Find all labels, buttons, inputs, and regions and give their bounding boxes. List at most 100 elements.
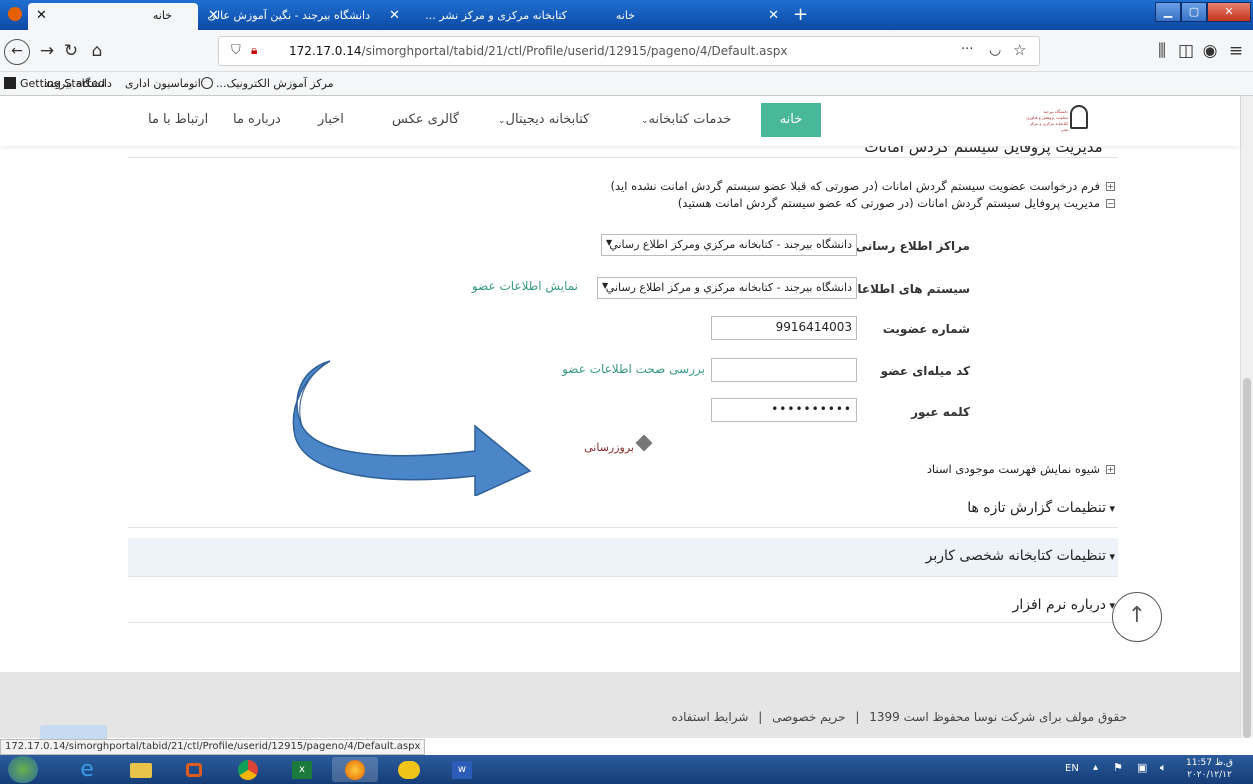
pocket-icon[interactable]: ◡ <box>989 42 1001 58</box>
bookmark-getting-started[interactable]: Getting Started <box>4 77 105 90</box>
windows-taskbar: e x w EN ▴ ⚑ ▣ 🔈︎ 11:57 ق.ظ ۲۰۲۰/۱۲/۱۲ <box>0 755 1253 784</box>
tab-central-library[interactable]: ✕ کتابخانه مرکزی و مرکز نشر ... <box>385 3 575 30</box>
section-label: تنظیمات گزارش تازه ها <box>967 500 1106 516</box>
verify-member-link[interactable]: بررسی صحت اطلاعات عضو <box>562 362 705 376</box>
chevron-down-icon: ⌄ <box>641 116 649 126</box>
bookmark-star-icon[interactable]: ☆ <box>1013 41 1026 59</box>
option-label: فرم درخواست عضویت سیستم گردش امانات (در … <box>610 179 1100 193</box>
media-player-icon[interactable] <box>172 757 218 782</box>
menu-news[interactable]: اخبار <box>318 112 344 127</box>
section-personal-library[interactable]: ▾ تنظیمات کتابخانه شخصی کاربر <box>926 548 1115 564</box>
close-tab-icon[interactable]: ✕ <box>36 8 47 23</box>
menu-library-services[interactable]: خدمات کتابخانه⌄ <box>641 112 731 127</box>
bookmark-automation[interactable]: اتوماسیون اداری <box>125 77 217 90</box>
page-scrollbar[interactable] <box>1240 96 1253 738</box>
excel-shape: x <box>292 761 312 779</box>
status-bar-url: 172.17.0.14/simorghportal/tabid/21/ctl/P… <box>0 739 426 755</box>
tab-home-2[interactable]: ✕ خانه <box>590 3 785 30</box>
centers-select[interactable]: دانشگاه بيرجند - کتابخانه مرکزي ومرکز اط… <box>601 234 857 256</box>
flag-icon[interactable]: ⚑ <box>1113 761 1123 774</box>
word-icon[interactable]: w <box>440 757 486 782</box>
floating-button[interactable] <box>40 725 107 739</box>
clock[interactable]: 11:57 ق.ظ ۲۰۲۰/۱۲/۱۲ <box>1186 757 1233 781</box>
update-label: بروزرسانی <box>584 441 634 454</box>
tab-label: دانشگاه بیرجند - نگین آموزش عالی ... <box>204 9 370 22</box>
divider <box>128 576 1118 577</box>
member-number-input[interactable]: 9916414003 <box>711 316 857 340</box>
section-about-software[interactable]: ▾ درباره نرم افزار <box>1013 597 1115 613</box>
menu-home[interactable]: خانه <box>761 103 821 137</box>
logo-text: دانشگاه بیرجند معاونت پژوهش و فناوری کتا… <box>1024 109 1068 133</box>
bookmark-m-icon <box>4 77 16 89</box>
show-member-info-link[interactable]: نمایش اطلاعات عضو <box>472 279 578 293</box>
scroll-to-top-button[interactable]: ↑ <box>1112 592 1162 642</box>
terms-link[interactable]: شرایط استفاده <box>671 710 748 724</box>
section-new-reports[interactable]: ▾ تنظیمات گزارش تازه ها <box>967 500 1115 516</box>
section-label: درباره نرم افزار <box>1012 597 1106 613</box>
clock-time: 11:57 ق.ظ <box>1186 758 1233 768</box>
account-icon[interactable]: ◉ <box>1199 41 1221 61</box>
volume-icon[interactable]: 🔈︎ <box>1160 761 1167 775</box>
bookmark-elearning[interactable]: مرکز آموزش الکترونیک... <box>216 77 334 90</box>
option-catalog-display[interactable]: + شیوه نمایش فهرست موجودی اسناد <box>927 462 1115 476</box>
menu-icon[interactable]: ≡ <box>1225 41 1247 61</box>
minimize-button[interactable]: ▁ <box>1155 2 1181 22</box>
app-icon[interactable] <box>386 757 432 782</box>
firefox-icon[interactable] <box>332 757 378 782</box>
start-button[interactable] <box>8 756 38 783</box>
language-indicator[interactable]: EN <box>1065 763 1079 774</box>
forward-arrow-icon[interactable]: → <box>36 41 58 61</box>
chevron-down-icon: ▾ <box>1105 502 1115 515</box>
diskette-icon <box>635 434 653 452</box>
scrollbar-thumb[interactable] <box>1243 378 1251 738</box>
close-window-button[interactable]: ✕ <box>1207 2 1251 22</box>
menu-digital-library[interactable]: کتابخانه دیجیتال⌄ <box>498 112 589 127</box>
systems-select[interactable]: دانشگاه بيرجند - کتابخانه مرکزي و مرکز ا… <box>597 277 857 299</box>
divider <box>128 157 1118 158</box>
close-tab-icon[interactable]: ✕ <box>768 8 779 23</box>
page-actions-icon[interactable]: ··· <box>961 42 973 57</box>
menu-contact[interactable]: ارتباط با ما <box>148 112 208 127</box>
ie-icon[interactable]: e <box>64 757 110 782</box>
barcode-input[interactable] <box>711 358 857 382</box>
menu-label: کتابخانه دیجیتال <box>505 112 590 127</box>
library-icon[interactable]: ⫼ <box>1151 41 1173 61</box>
profile-section-header[interactable]: ⌃ مدیریت پروفایل سیستم گردش امانات <box>864 146 1120 156</box>
chrome-icon[interactable] <box>226 757 272 782</box>
browser-toolbar: ← → ↻ ⌂ ⛉ 🔒︎ 172.17.0.14/simorghportal/t… <box>0 30 1253 72</box>
site-header: ارتباط با ما درباره ما اخبار گالری عکس ک… <box>0 96 1240 146</box>
arrow-shape <box>292 360 532 496</box>
close-tab-icon[interactable]: ✕ <box>389 8 400 23</box>
bookmark-label: مرکز آموزش الکترونیک... <box>216 77 334 90</box>
home-icon[interactable]: ⌂ <box>86 41 108 61</box>
shield-icon[interactable]: ⛉ <box>231 43 241 58</box>
network-icon[interactable]: ▣ <box>1137 761 1147 774</box>
excel-icon[interactable]: x <box>280 757 326 782</box>
password-input[interactable]: •••••••••• <box>711 398 857 422</box>
maximize-button[interactable]: ▢ <box>1181 2 1207 22</box>
clock-date: ۲۰۲۰/۱۲/۱۲ <box>1187 770 1232 780</box>
sidebar-icon[interactable]: ◫ <box>1175 41 1197 61</box>
explorer-icon[interactable] <box>118 757 164 782</box>
divider <box>128 527 1118 528</box>
reload-icon[interactable]: ↻ <box>60 41 82 61</box>
tray-expand-icon[interactable]: ▴ <box>1093 762 1098 773</box>
privacy-link[interactable]: حریم خصوصی <box>772 710 845 724</box>
update-button[interactable]: بروزرسانی <box>584 434 653 454</box>
menu-about[interactable]: درباره ما <box>233 112 281 127</box>
url-bar[interactable]: ⛉ 🔒︎ 172.17.0.14/simorghportal/tabid/21/… <box>218 36 1040 66</box>
back-arrow-icon[interactable]: ← <box>4 39 30 65</box>
dropdown-arrow-icon: ▼ <box>606 238 613 247</box>
university-logo[interactable]: دانشگاه بیرجند معاونت پژوهش و فناوری کتا… <box>1020 101 1090 141</box>
logo-line: کتابخانه مرکزی و مرکز نشر <box>1029 121 1068 132</box>
option-manage-profile[interactable]: −مدیریت پروفایل سیستم گردش امانات (در صو… <box>678 196 1115 210</box>
tab-home[interactable]: ✕ خانه <box>28 3 198 30</box>
option-membership-request[interactable]: + فرم درخواست عضویت سیستم گردش امانات (در… <box>611 179 1115 193</box>
menu-gallery[interactable]: گالری عکس <box>392 112 459 127</box>
tab-university[interactable]: ✕ دانشگاه بیرجند - نگین آموزش عالی ... <box>204 3 378 30</box>
chrome-shape <box>238 760 258 780</box>
site-footer: حقوق مولف برای شرکت نوسا محفوظ است 1399 … <box>0 672 1240 739</box>
emblem-icon <box>1070 105 1088 129</box>
insecure-lock-icon[interactable]: 🔒︎ <box>251 43 257 58</box>
new-tab-button[interactable]: + <box>793 4 808 25</box>
